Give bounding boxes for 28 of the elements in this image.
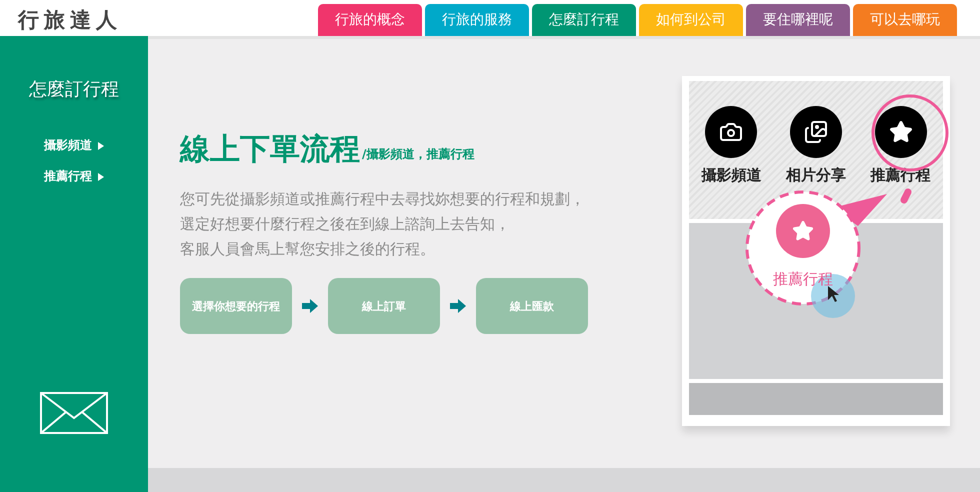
- description-line: 客服人員會馬上幫您安排之後的行程。: [180, 239, 436, 260]
- page-subtitle: /攝影頻道，推薦行程: [362, 146, 474, 163]
- app-label: 攝影頻道: [701, 166, 762, 185]
- app-label: 相片分享: [786, 166, 846, 185]
- page-title: 線上下單流程: [180, 133, 360, 167]
- zoom-label: 推薦行程: [773, 270, 833, 289]
- nav-tab[interactable]: 要住哪裡呢: [746, 4, 850, 36]
- nav-tab[interactable]: 可以去哪玩: [853, 4, 957, 36]
- nav-tab[interactable]: 行旅的概念: [318, 4, 422, 36]
- arrow-icon: [450, 299, 466, 313]
- arrow-icon: [302, 299, 318, 313]
- step-box: 線上訂單: [328, 278, 440, 334]
- sidebar-title: 怎麼訂行程: [29, 78, 119, 101]
- star-icon: [888, 120, 913, 144]
- description-line: 選定好想要什麼行程之後在到線上諮詢上去告知，: [180, 214, 511, 235]
- nav-tab[interactable]: 怎麼訂行程: [532, 4, 636, 36]
- photos-icon: [804, 120, 828, 144]
- sidebar-link[interactable]: 推薦行程: [44, 168, 92, 185]
- mail-icon[interactable]: [40, 392, 108, 434]
- step-box: 選擇你想要的行程: [180, 278, 292, 334]
- description-line: 您可先從攝影頻道或推薦行程中去尋找妳想要的行程和規劃，: [180, 189, 586, 210]
- camera-icon: [719, 120, 744, 144]
- nav-tab[interactable]: 行旅的服務: [425, 4, 529, 36]
- step-box: 線上匯款: [476, 278, 588, 334]
- sidebar-link[interactable]: 攝影頻道: [44, 137, 92, 154]
- caret-icon: [98, 142, 104, 150]
- star-icon: [792, 220, 814, 242]
- caret-icon: [98, 172, 104, 180]
